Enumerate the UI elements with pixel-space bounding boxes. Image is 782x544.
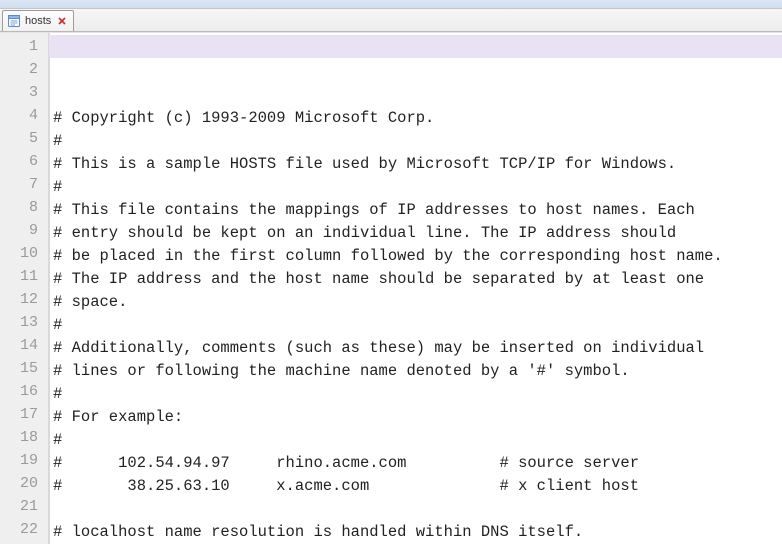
code-lines: # Copyright (c) 1993-2009 Microsoft Corp… xyxy=(53,107,782,544)
code-line: # The IP address and the host name shoul… xyxy=(53,268,782,291)
line-number: 1 xyxy=(0,35,48,58)
line-number: 7 xyxy=(0,173,48,196)
code-line: # entry should be kept on an individual … xyxy=(53,222,782,245)
line-number-gutter: 12345678910111213141516171819202122 xyxy=(0,33,49,544)
line-number: 12 xyxy=(0,288,48,311)
line-number: 3 xyxy=(0,81,48,104)
code-line: # This is a sample HOSTS file used by Mi… xyxy=(53,153,782,176)
tab-bar: hosts xyxy=(0,9,782,32)
line-number: 9 xyxy=(0,219,48,242)
code-line: # This file contains the mappings of IP … xyxy=(53,199,782,222)
close-icon[interactable] xyxy=(55,14,69,28)
line-number: 18 xyxy=(0,426,48,449)
margin-line xyxy=(49,33,50,544)
line-number: 17 xyxy=(0,403,48,426)
code-line: # xyxy=(53,429,782,452)
code-line: # space. xyxy=(53,291,782,314)
code-area[interactable]: # Copyright (c) 1993-2009 Microsoft Corp… xyxy=(49,33,782,544)
code-line: # be placed in the first column followed… xyxy=(53,245,782,268)
editor: 12345678910111213141516171819202122 # Co… xyxy=(0,32,782,544)
line-number: 21 xyxy=(0,495,48,518)
code-line: # xyxy=(53,130,782,153)
line-number: 22 xyxy=(0,518,48,541)
line-number: 4 xyxy=(0,104,48,127)
file-icon xyxy=(7,14,21,28)
code-line: # xyxy=(53,314,782,337)
code-line: # 102.54.94.97 rhino.acme.com # source s… xyxy=(53,452,782,475)
line-number: 10 xyxy=(0,242,48,265)
line-number: 2 xyxy=(0,58,48,81)
tab-label: hosts xyxy=(25,15,51,27)
line-number: 20 xyxy=(0,472,48,495)
line-number: 16 xyxy=(0,380,48,403)
line-number: 6 xyxy=(0,150,48,173)
current-line-highlight xyxy=(49,35,782,58)
line-number: 13 xyxy=(0,311,48,334)
line-number: 15 xyxy=(0,357,48,380)
toolbar-strip xyxy=(0,0,782,9)
line-number: 19 xyxy=(0,449,48,472)
code-line: # 38.25.63.10 x.acme.com # x client host xyxy=(53,475,782,498)
line-number: 11 xyxy=(0,265,48,288)
code-line: # xyxy=(53,383,782,406)
line-number: 5 xyxy=(0,127,48,150)
code-line: # localhost name resolution is handled w… xyxy=(53,521,782,544)
code-line xyxy=(53,498,782,521)
line-number: 14 xyxy=(0,334,48,357)
code-line: # xyxy=(53,176,782,199)
code-line: # Additionally, comments (such as these)… xyxy=(53,337,782,360)
code-line: # Copyright (c) 1993-2009 Microsoft Corp… xyxy=(53,107,782,130)
code-line: # lines or following the machine name de… xyxy=(53,360,782,383)
code-line: # For example: xyxy=(53,406,782,429)
tab-hosts[interactable]: hosts xyxy=(2,10,74,31)
line-number: 8 xyxy=(0,196,48,219)
